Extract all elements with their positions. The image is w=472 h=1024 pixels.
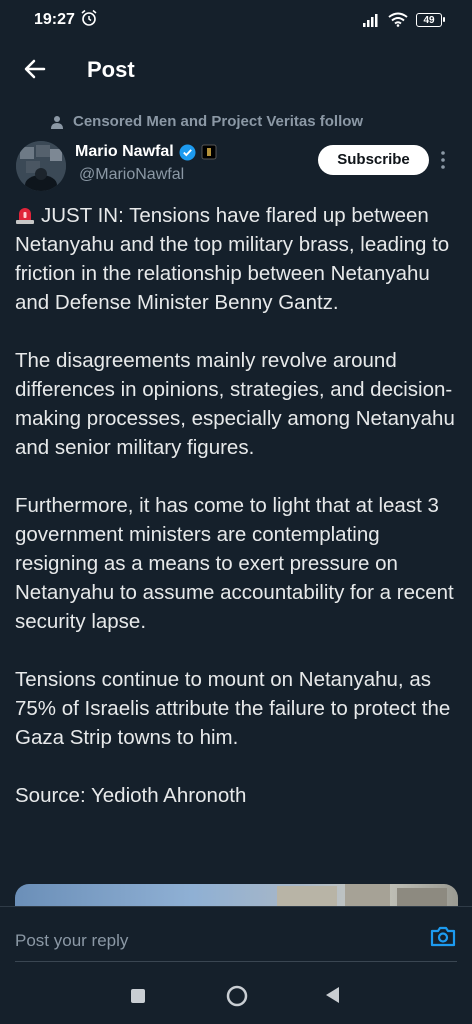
more-options-icon[interactable] (440, 150, 446, 170)
camera-icon[interactable] (430, 925, 456, 947)
post-paragraph: Furthermore, it has come to light that a… (15, 494, 454, 633)
verified-badge-icon (179, 144, 196, 160)
alarm-icon (81, 9, 97, 26)
post-media-image[interactable] (15, 884, 458, 906)
battery-indicator: 49 (416, 12, 445, 27)
divider (15, 961, 457, 962)
reply-input[interactable]: Post your reply (15, 931, 128, 951)
page-title: Post (87, 57, 135, 82)
author-name-row[interactable]: Mario Nawfal (75, 143, 217, 161)
status-bar: 19:27 49 (0, 0, 472, 42)
post-body: JUST IN: Tensions have flared up between… (15, 201, 455, 810)
social-context-text: Censored Men and Project Veritas follow (73, 113, 364, 130)
back-nav-icon[interactable] (324, 986, 340, 1004)
wifi-icon (388, 12, 408, 27)
rotating-light-emoji (16, 208, 34, 224)
social-context[interactable]: Censored Men and Project Veritas follow (51, 113, 363, 130)
author-handle: @MarioNawfal (79, 166, 185, 183)
recents-button[interactable] (131, 989, 145, 1003)
arrow-left-icon[interactable] (22, 56, 48, 82)
signal-icon (363, 13, 378, 27)
status-time: 19:27 (34, 11, 75, 28)
author-name: Mario Nawfal (75, 143, 174, 160)
post-paragraph: Tensions continue to mount on Netanyahu,… (15, 668, 451, 749)
subscribe-button[interactable]: Subscribe (318, 145, 429, 175)
person-icon (51, 115, 63, 129)
post-paragraph: JUST IN: Tensions have flared up between… (15, 204, 450, 314)
home-button[interactable] (226, 985, 248, 1007)
avatar[interactable] (16, 141, 66, 191)
system-nav-bar (0, 968, 472, 1024)
reply-bar: Post your reply (0, 906, 472, 969)
affiliation-badge-icon (201, 144, 217, 160)
post-source: Source: Yedioth Ahronoth (15, 784, 247, 807)
top-app-bar: Post (0, 42, 472, 98)
post-paragraph: The disagreements mainly revolve around … (15, 349, 455, 459)
